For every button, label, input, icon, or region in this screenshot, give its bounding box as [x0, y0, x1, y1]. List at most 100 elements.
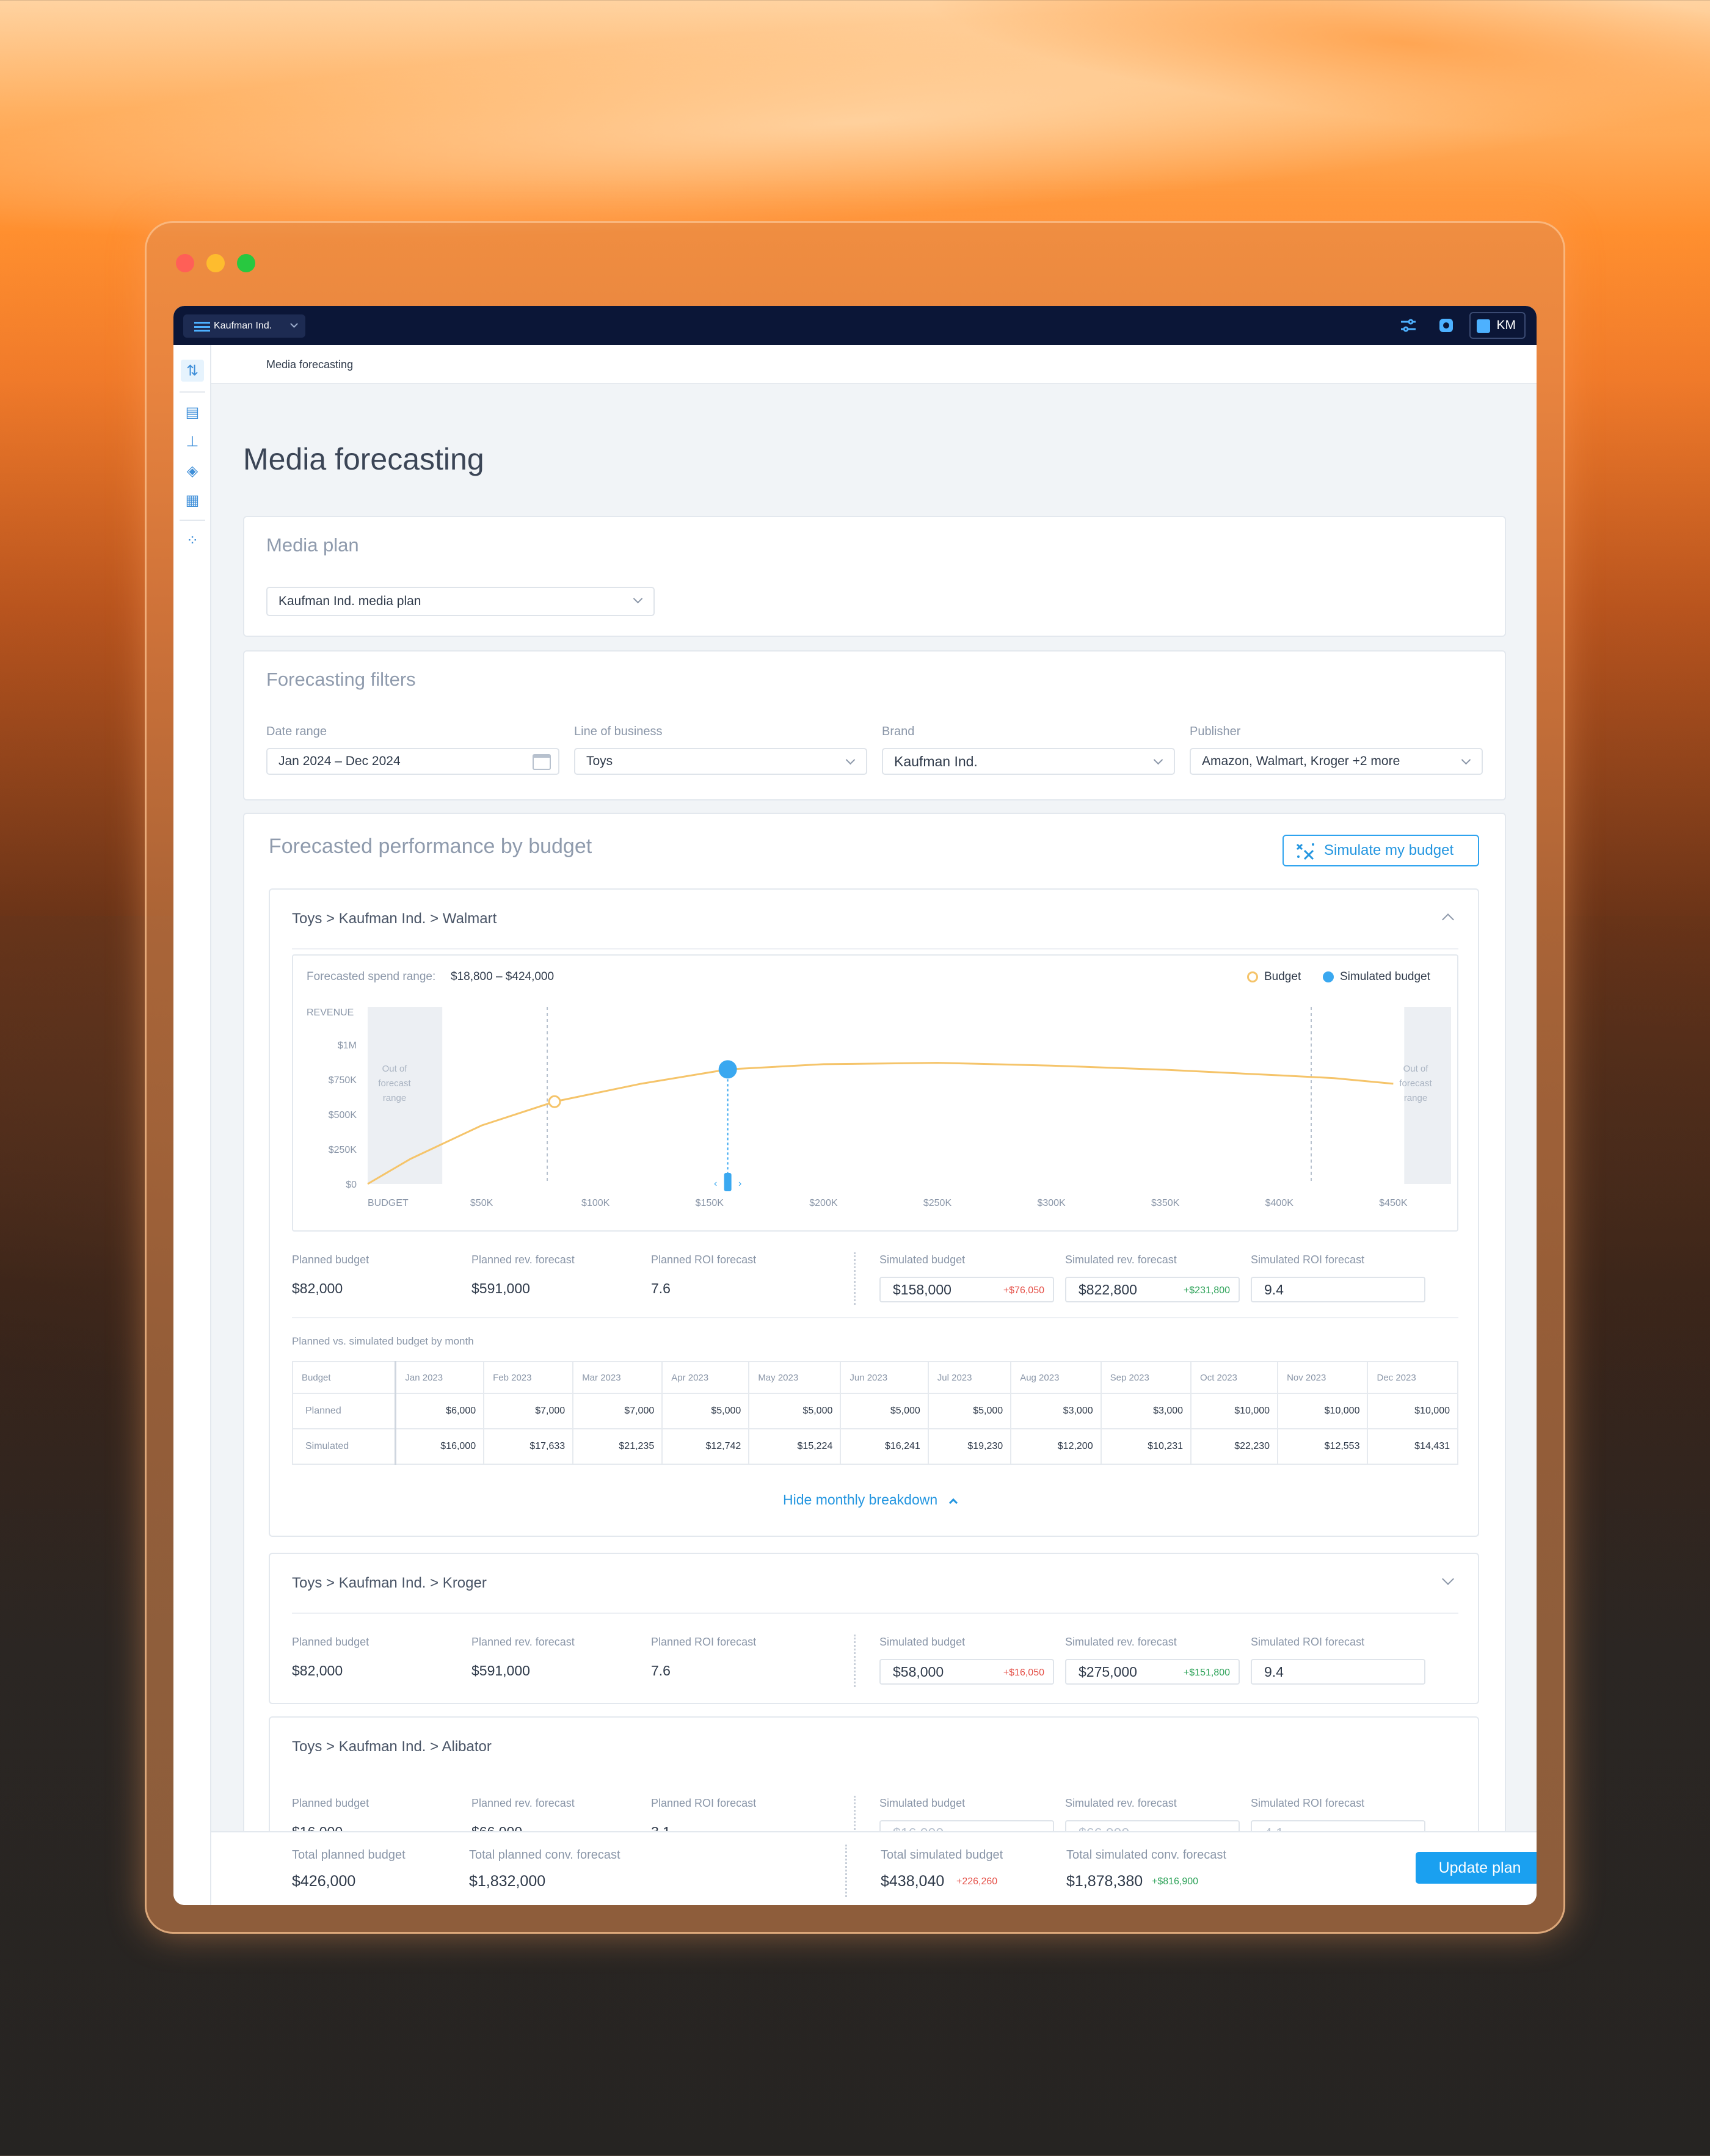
sidebar-item-forecasting[interactable]: ⇅: [181, 360, 204, 382]
planned-rev-label: Planned rev. forecast: [471, 1636, 575, 1648]
forecasting-filters-card: Forecasting filters Date range Jan 2024 …: [243, 650, 1506, 800]
sim-rev-input[interactable]: $822,800 +$231,800: [1065, 1277, 1240, 1302]
sim-roi-label: Simulated ROI forecast: [1251, 1254, 1365, 1266]
hide-breakdown-link[interactable]: Hide monthly breakdown: [783, 1492, 958, 1508]
sim-budget-input[interactable]: $58,000 +$16,050: [879, 1659, 1054, 1685]
table-cell: $10,000: [1367, 1393, 1458, 1429]
sim-budget-delta: +$76,050: [1003, 1285, 1044, 1296]
sim-rev-delta: +$231,800: [1183, 1285, 1230, 1296]
chart-plot[interactable]: Out of forecast range Out of forecast range RE…: [293, 956, 1457, 1230]
table-cell: $5,000: [840, 1393, 929, 1429]
sim-budget-input[interactable]: $158,000 +$76,050: [879, 1277, 1054, 1302]
chevron-down-icon[interactable]: [1442, 1573, 1454, 1585]
calendar-icon[interactable]: [533, 754, 551, 770]
sidebar-item-reports[interactable]: ▦: [181, 489, 204, 511]
hierarchy-icon: ⊥: [186, 433, 199, 450]
date-range-field[interactable]: Jan 2024 – Dec 2024: [266, 748, 559, 775]
column-header: Sep 2023: [1100, 1361, 1192, 1394]
planned-rev-label: Planned rev. forecast: [471, 1254, 575, 1266]
x-tick-label: $150K: [696, 1198, 724, 1208]
close-window-dot[interactable]: [176, 254, 194, 272]
total-planned-conv-value: $1,832,000: [469, 1873, 546, 1890]
table-cell: $6,000: [395, 1393, 485, 1429]
table-cell: $5,000: [661, 1393, 750, 1429]
sim-roi-label: Simulated ROI forecast: [1251, 1797, 1365, 1809]
column-header: Nov 2023: [1277, 1361, 1369, 1394]
chevron-left-icon: ‹: [714, 1178, 717, 1189]
org-switcher[interactable]: Kaufman Ind.: [183, 314, 305, 338]
row-header: Simulated: [292, 1428, 397, 1465]
table-cell: $12,553: [1277, 1428, 1369, 1465]
tag-icon: ◈: [186, 462, 198, 479]
table-cell: $7,000: [572, 1393, 663, 1429]
row-header: Planned: [292, 1393, 397, 1429]
settings-sliders-icon[interactable]: [1397, 314, 1419, 336]
sim-rev-input[interactable]: $275,000 +$151,800: [1065, 1659, 1240, 1685]
sim-roi-input[interactable]: 9.4: [1251, 1659, 1425, 1685]
sim-budget-label: Simulated budget: [879, 1797, 966, 1809]
sidebar: ⇅ ▤ ⊥ ◈ ▦ ⁘: [173, 345, 211, 1905]
breadcrumb[interactable]: Media forecasting: [266, 358, 353, 371]
minimize-window-dot[interactable]: [206, 254, 225, 272]
chevron-down-icon: [1461, 755, 1471, 765]
y-tick-label: $1M: [338, 1040, 357, 1051]
walmart-forecast-panel: Toys > Kaufman Ind. > Walmart Forecasted…: [269, 888, 1479, 1537]
table-cell: $21,235: [572, 1428, 663, 1465]
chevron-down-icon: [845, 755, 856, 765]
help-icon[interactable]: [1435, 314, 1457, 336]
x-axis-label: BUDGET: [368, 1198, 409, 1208]
out-of-range-label: Out of: [382, 1064, 408, 1074]
simulate-budget-button[interactable]: Simulate my budget: [1282, 835, 1479, 866]
table-cell: $15,224: [748, 1428, 842, 1465]
sidebar-item-tags[interactable]: ◈: [181, 460, 204, 482]
total-sim-budget-value: $438,040: [881, 1873, 945, 1890]
simulated-budget-point: [718, 1060, 737, 1079]
sim-roi-value: 9.4: [1264, 1281, 1284, 1298]
chevron-up-icon[interactable]: [1442, 913, 1454, 926]
sidebar-item-plans[interactable]: ▤: [181, 401, 204, 423]
brand-select[interactable]: Kaufman Ind.: [882, 748, 1175, 775]
kroger-panel-title[interactable]: Toys > Kaufman Ind. > Kroger: [292, 1575, 487, 1592]
total-sim-conv-delta: +$816,900: [1152, 1876, 1199, 1887]
connections-icon: ⁘: [186, 532, 199, 549]
menu-icon[interactable]: [194, 322, 210, 332]
table-cell: $5,000: [927, 1393, 1012, 1429]
totals-footer: Total planned budget $426,000 Total plan…: [211, 1831, 1537, 1905]
table-cell: $7,000: [483, 1393, 574, 1429]
update-plan-button[interactable]: Update plan: [1416, 1852, 1537, 1884]
filters-title: Forecasting filters: [266, 669, 416, 690]
walmart-panel-title[interactable]: Toys > Kaufman Ind. > Walmart: [292, 910, 497, 927]
user-menu[interactable]: KM: [1469, 312, 1526, 339]
planned-budget-value: $82,000: [292, 1280, 343, 1296]
column-header: Feb 2023: [483, 1361, 574, 1394]
maximize-window-dot[interactable]: [237, 254, 255, 272]
planned-budget-label: Planned budget: [292, 1254, 369, 1266]
page-title: Media forecasting: [243, 442, 484, 476]
x-tick-label: $50K: [470, 1198, 493, 1208]
line-of-business-label: Line of business: [574, 725, 663, 738]
table-cell: $12,742: [661, 1428, 750, 1465]
total-sim-budget-delta: +226,260: [956, 1876, 998, 1887]
media-plan-select[interactable]: Kaufman Ind. media plan: [266, 587, 655, 616]
sim-budget-label: Simulated budget: [879, 1254, 966, 1266]
line-of-business-select[interactable]: Toys: [574, 748, 867, 775]
budget-slider-handle[interactable]: [724, 1173, 732, 1191]
alibator-panel-title[interactable]: Toys > Kaufman Ind. > Alibator: [292, 1738, 492, 1755]
avatar-icon: [1477, 319, 1490, 333]
x-tick-label: $100K: [581, 1198, 610, 1208]
sim-roi-label: Simulated ROI forecast: [1251, 1636, 1365, 1648]
sidebar-item-integrations[interactable]: ⁘: [181, 529, 204, 551]
column-header: Mar 2023: [572, 1361, 663, 1394]
sidebar-item-hierarchy[interactable]: ⊥: [181, 430, 204, 452]
table-cell: $22,230: [1190, 1428, 1279, 1465]
publisher-select[interactable]: Amazon, Walmart, Kroger +2 more: [1190, 748, 1483, 775]
table-cell: $12,200: [1010, 1428, 1102, 1465]
sim-roi-input[interactable]: 9.4: [1251, 1277, 1425, 1302]
y-tick-label: $500K: [329, 1110, 357, 1120]
table-cell: $3,000: [1100, 1393, 1192, 1429]
sim-budget-value: $58,000: [893, 1663, 944, 1680]
media-plan-card: Media plan Kaufman Ind. media plan: [243, 516, 1506, 637]
top-navbar: Kaufman Ind. KM: [173, 306, 1537, 345]
total-sim-conv-label: Total simulated conv. forecast: [1066, 1848, 1226, 1862]
chevron-down-icon: [290, 320, 298, 328]
